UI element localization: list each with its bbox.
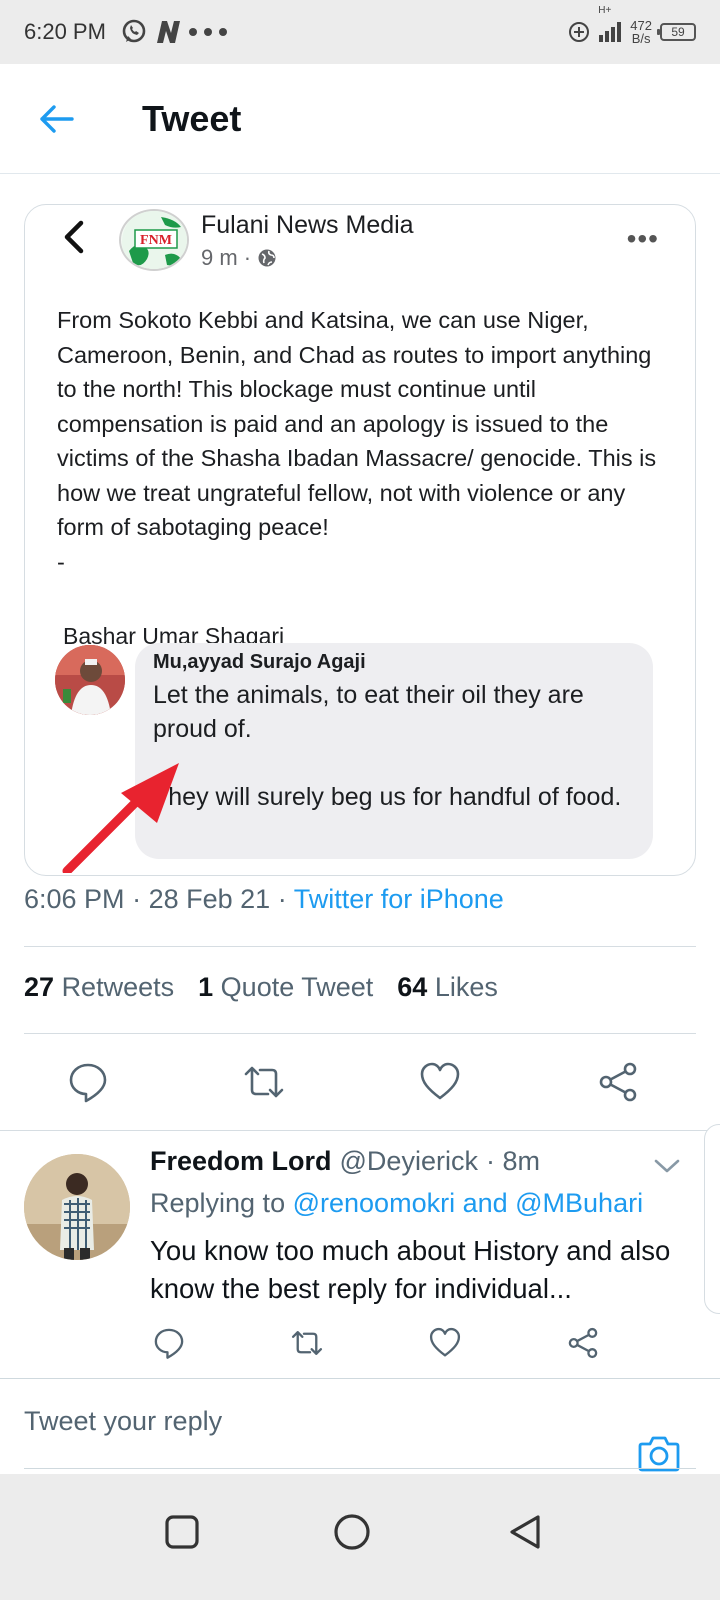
network-type: H+ xyxy=(598,5,612,16)
like-icon[interactable] xyxy=(428,1326,462,1360)
reply-icon[interactable] xyxy=(152,1326,186,1360)
quotes-stat[interactable]: 1 Quote Tweet xyxy=(198,972,373,1003)
status-left-icons xyxy=(120,18,228,46)
page-title: Tweet xyxy=(142,97,242,139)
reply-header: Freedom Lord @Deyierick · 8m xyxy=(150,1146,540,1177)
meta-separator: · xyxy=(277,884,294,914)
logo-text: FNM xyxy=(140,233,172,248)
whatsapp-icon xyxy=(122,19,146,43)
comment-author: Mu,ayyad Surajo Agaji xyxy=(153,651,366,673)
tweet-meta: 6:06 PM · 28 Feb 21 · Twitter for iPhone xyxy=(24,884,504,915)
person-photo xyxy=(24,1154,130,1260)
back-arrow-icon xyxy=(40,104,74,133)
retweet-icon[interactable] xyxy=(242,1060,286,1104)
header: Tweet xyxy=(0,64,720,174)
globe-logo-icon: FNM xyxy=(122,211,187,269)
reply-input-underline xyxy=(24,1468,696,1469)
divider xyxy=(24,946,696,947)
chevron-left-icon xyxy=(64,220,84,254)
n-app-icon xyxy=(156,21,180,43)
quotes-label: Quote Tweet xyxy=(220,972,374,1002)
comment-line-2: They will surely beg us for handful of f… xyxy=(153,783,622,811)
likes-count: 64 xyxy=(397,972,428,1002)
home-button[interactable] xyxy=(332,1512,372,1552)
divider xyxy=(24,1033,696,1034)
reply-author-handle[interactable]: @Deyierick xyxy=(340,1146,478,1177)
fb-time-text: 9 m · xyxy=(201,245,252,270)
red-arrow-icon xyxy=(62,763,179,873)
quotes-count: 1 xyxy=(198,972,214,1002)
recents-button[interactable] xyxy=(162,1512,202,1552)
reply-time: · 8m xyxy=(485,1146,540,1176)
battery-level: 59 xyxy=(671,25,685,39)
network-speed: 472 B/s xyxy=(630,19,652,45)
back-button[interactable] xyxy=(26,89,86,149)
reply-mentions-link[interactable]: @renoomokri and @MBuhari xyxy=(293,1188,643,1218)
reply-author-name[interactable]: Freedom Lord xyxy=(150,1146,332,1177)
meta-separator: · xyxy=(132,884,149,914)
replying-to: Replying to @renoomokri and @MBuhari xyxy=(150,1188,643,1219)
fnm-logo: FNM xyxy=(119,209,189,271)
fb-post-body: From Sokoto Kebbi and Katsina, we can us… xyxy=(57,307,657,540)
section-separator xyxy=(0,1130,720,1131)
tweet-source-link[interactable]: Twitter for iPhone xyxy=(294,884,504,914)
fb-post-text: From Sokoto Kebbi and Katsina, we can us… xyxy=(57,303,677,579)
likes-stat[interactable]: 64 Likes xyxy=(397,972,498,1003)
comment-avatar xyxy=(55,645,125,715)
data-saver-icon xyxy=(569,22,590,42)
reply-icon[interactable] xyxy=(66,1060,110,1104)
system-nav-bar xyxy=(0,1474,720,1600)
comment-bubble: Mu,ayyad Surajo Agaji Let the animals, t… xyxy=(135,643,653,859)
tweet-stats: 27 Retweets 1 Quote Tweet 64 Likes xyxy=(24,972,498,1003)
retweets-label: Retweets xyxy=(61,972,175,1002)
speed-unit: B/s xyxy=(631,31,651,46)
signal-indicator: H+ xyxy=(598,5,622,43)
likes-label: Likes xyxy=(434,972,498,1002)
tweet-date: 28 Feb 21 xyxy=(148,884,271,914)
status-bar: 6:20 PM H+ 472 B/s 59 xyxy=(0,0,720,64)
fb-page-name: Fulani News Media xyxy=(201,211,414,239)
status-time: 6:20 PM xyxy=(24,19,106,44)
more-dots-icon xyxy=(188,28,227,36)
comment-text: Let the animals, to eat their oil they a… xyxy=(153,678,635,814)
person-photo xyxy=(55,645,125,715)
reply-text[interactable]: You know too much about History and also… xyxy=(150,1232,690,1308)
share-icon[interactable] xyxy=(566,1326,600,1360)
nav-back-button[interactable] xyxy=(506,1512,546,1552)
fb-post-dash: - xyxy=(57,548,65,575)
replying-prefix: Replying to xyxy=(150,1188,286,1218)
reply-box-separator xyxy=(0,1378,720,1379)
like-icon[interactable] xyxy=(418,1060,462,1104)
scroll-indicator xyxy=(704,1124,720,1314)
tweet-action-bar xyxy=(0,1046,720,1126)
battery-icon: 59 xyxy=(657,23,696,41)
tweet-image[interactable]: FNM Fulani News Media 9 m · ••• From Sok… xyxy=(24,204,696,876)
camera-icon[interactable] xyxy=(638,1434,680,1472)
comment-line-1: Let the animals, to eat their oil they a… xyxy=(153,681,584,743)
fb-post-time: 9 m · xyxy=(201,245,277,271)
retweets-count: 27 xyxy=(24,972,55,1002)
share-icon[interactable] xyxy=(596,1060,640,1104)
signal-icon xyxy=(599,22,622,42)
retweets-stat[interactable]: 27 Retweets xyxy=(24,972,174,1003)
more-options-icon: ••• xyxy=(626,223,659,254)
retweet-icon[interactable] xyxy=(290,1326,324,1360)
chevron-down-icon[interactable] xyxy=(654,1156,680,1176)
tweet-reply-input[interactable]: Tweet your reply xyxy=(24,1406,222,1437)
tweet-time: 6:06 PM xyxy=(24,884,125,914)
status-right: H+ 472 B/s 59 xyxy=(568,5,696,45)
reply-avatar[interactable] xyxy=(24,1154,130,1260)
globe-icon xyxy=(258,249,276,267)
